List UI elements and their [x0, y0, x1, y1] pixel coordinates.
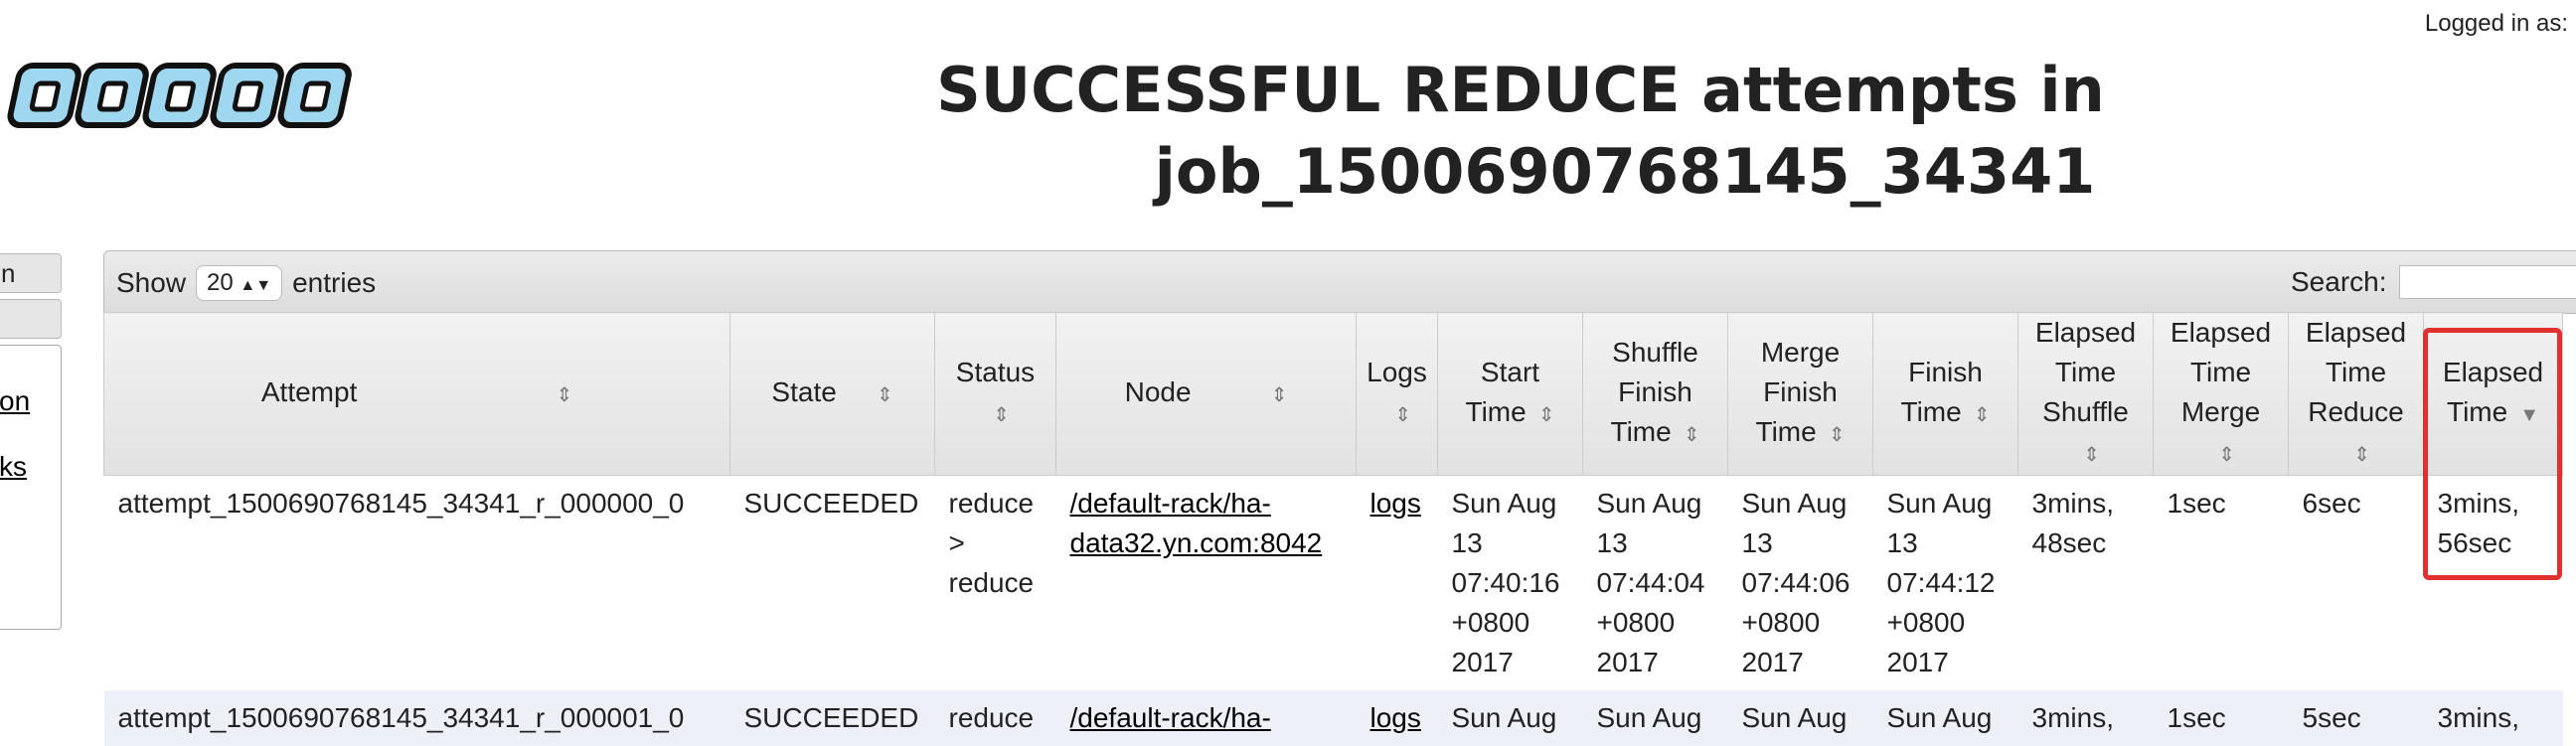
cell-shuffle-finish: Sun Aug 13 07:44:04 +0800 2017 — [1583, 476, 1728, 691]
nav-link-1[interactable]: on — [0, 385, 61, 417]
cell-state: SUCCEEDED — [730, 476, 935, 691]
cell-attempt: attempt_1500690768145_34341_r_000000_0 — [104, 476, 730, 691]
col-finish-time-header[interactable]: Finish Time⇕ — [1873, 313, 2018, 476]
col-merge-finish-header[interactable]: Merge Finish Time⇕ — [1728, 313, 1873, 476]
cell-elapsed-reduce: 6sec — [2289, 476, 2424, 691]
select-arrows-icon: ▲▼ — [240, 277, 271, 294]
sort-icon: ⇕ — [1394, 404, 1411, 426]
col-shuffle-finish-header[interactable]: Shuffle Finish Time⇕ — [1583, 313, 1728, 476]
col-state-header[interactable]: State⇕ — [730, 313, 935, 476]
col-start-time-header[interactable]: Start Time⇕ — [1438, 313, 1583, 476]
node-link[interactable]: /default-rack/ha- — [1070, 702, 1271, 733]
nav-button-1[interactable]: n — [0, 253, 62, 293]
logs-link[interactable]: logs — [1370, 488, 1421, 519]
show-label: Show — [116, 267, 186, 299]
nav-links-box: on ks — [0, 345, 62, 630]
col-elapsed-reduce-header[interactable]: Elapsed Time Reduce⇕ — [2289, 313, 2424, 476]
node-link[interactable]: /default-rack/ha-data32.yn.com:8042 — [1070, 488, 1323, 558]
col-elapsed-merge-header[interactable]: Elapsed Time Merge⇕ — [2154, 313, 2289, 476]
cell-status: reduce > reduce — [935, 476, 1056, 691]
sort-icon: ⇕ — [1829, 424, 1846, 446]
search-area: Search: — [2291, 265, 2576, 299]
search-input[interactable] — [2399, 265, 2576, 299]
cell-finish-time: Sun Aug — [1873, 690, 2018, 746]
entries-label: entries — [292, 267, 376, 299]
sort-icon: ⇕ — [1684, 424, 1700, 446]
cell-start-time: Sun Aug 13 07:40:16 +0800 2017 — [1438, 476, 1583, 691]
nav-button-2[interactable] — [0, 299, 62, 339]
cell-merge-finish: Sun Aug 13 07:44:06 +0800 2017 — [1728, 476, 1873, 691]
cell-elapsed-reduce: 5sec — [2289, 690, 2424, 746]
nav-link-2[interactable]: ks — [0, 451, 61, 483]
cell-merge-finish: Sun Aug — [1728, 690, 1873, 746]
cell-attempt: attempt_1500690768145_34341_r_000001_0 — [104, 690, 730, 746]
col-elapsed-shuffle-header[interactable]: Elapsed Time Shuffle⇕ — [2018, 313, 2154, 476]
sort-icon: ⇕ — [2218, 444, 2235, 466]
cell-shuffle-finish: Sun Aug — [1583, 690, 1728, 746]
cell-logs: logs — [1357, 690, 1438, 746]
col-logs-header[interactable]: Logs⇕ — [1357, 313, 1438, 476]
sort-icon: ⇕ — [993, 404, 1010, 426]
title-line-2: job_1500690768145_34341 — [696, 131, 2345, 213]
title-line-1: SUCCESSFUL REDUCE attempts in — [696, 50, 2345, 131]
sort-icon: ⇕ — [1974, 404, 1991, 426]
cell-state: SUCCEEDED — [730, 690, 935, 746]
entries-select[interactable]: 20 ▲▼ — [196, 265, 282, 301]
cell-logs: logs — [1357, 476, 1438, 691]
cell-node: /default-rack/ha- — [1056, 690, 1357, 746]
cell-node: /default-rack/ha-data32.yn.com:8042 — [1056, 476, 1357, 691]
attempts-table: Attempt⇕ State⇕ Status⇕ Node⇕ Logs⇕ Star… — [103, 312, 2563, 746]
left-nav: n on ks — [0, 253, 62, 630]
show-entries: Show 20 ▲▼ entries — [116, 265, 376, 301]
search-label: Search: — [2291, 266, 2387, 298]
cell-elapsed-shuffle: 3mins, 48sec — [2018, 476, 2154, 691]
page-title: SUCCESSFUL REDUCE attempts in job_150069… — [696, 50, 2345, 213]
sort-icon: ⇕ — [877, 384, 893, 406]
cell-elapsed-time: 3mins, — [2424, 690, 2563, 746]
logged-in-label: Logged in as: — [2425, 10, 2568, 38]
sort-icon: ⇕ — [1538, 404, 1555, 426]
highlight-box — [2423, 328, 2562, 580]
table-row: attempt_1500690768145_34341_r_000001_0 S… — [104, 690, 2563, 746]
col-node-header[interactable]: Node⇕ — [1056, 313, 1357, 476]
cell-elapsed-shuffle: 3mins, — [2018, 690, 2154, 746]
col-attempt-header[interactable]: Attempt⇕ — [104, 313, 730, 476]
sort-icon: ⇕ — [1271, 384, 1288, 406]
logs-link[interactable]: logs — [1370, 702, 1421, 733]
sort-icon: ⇕ — [556, 384, 572, 406]
table-toolbar: Show 20 ▲▼ entries Search: — [103, 250, 2576, 314]
hadoop-logo — [0, 52, 380, 151]
cell-elapsed-merge: 1sec — [2154, 690, 2289, 746]
sort-icon: ⇕ — [2083, 444, 2100, 466]
cell-start-time: Sun Aug — [1438, 690, 1583, 746]
table-row: attempt_1500690768145_34341_r_000000_0 S… — [104, 476, 2563, 691]
sort-icon: ⇕ — [2353, 444, 2370, 466]
cell-elapsed-merge: 1sec — [2154, 476, 2289, 691]
col-status-header[interactable]: Status⇕ — [935, 313, 1056, 476]
entries-value: 20 — [207, 269, 234, 296]
cell-status: reduce — [935, 690, 1056, 746]
cell-finish-time: Sun Aug 13 07:44:12 +0800 2017 — [1873, 476, 2018, 691]
